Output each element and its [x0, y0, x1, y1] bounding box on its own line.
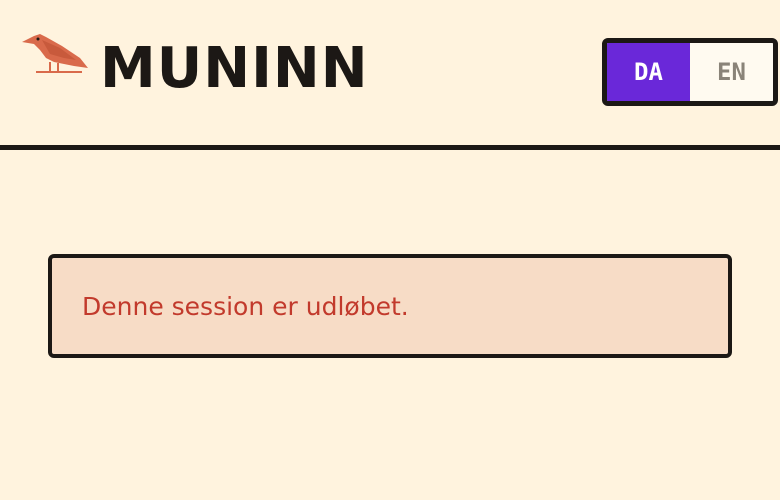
- raven-icon: [22, 34, 88, 73]
- header-divider: [0, 145, 780, 150]
- language-switcher: DA EN: [602, 38, 778, 106]
- brand-name: MUNINN: [100, 36, 369, 101]
- lang-da-button[interactable]: DA: [607, 43, 690, 101]
- session-expired-alert: Denne session er udløbet.: [48, 254, 732, 358]
- site-header: MUNINN DA EN: [0, 0, 780, 145]
- alert-message: Denne session er udløbet.: [82, 291, 409, 321]
- lang-en-button[interactable]: EN: [690, 43, 773, 101]
